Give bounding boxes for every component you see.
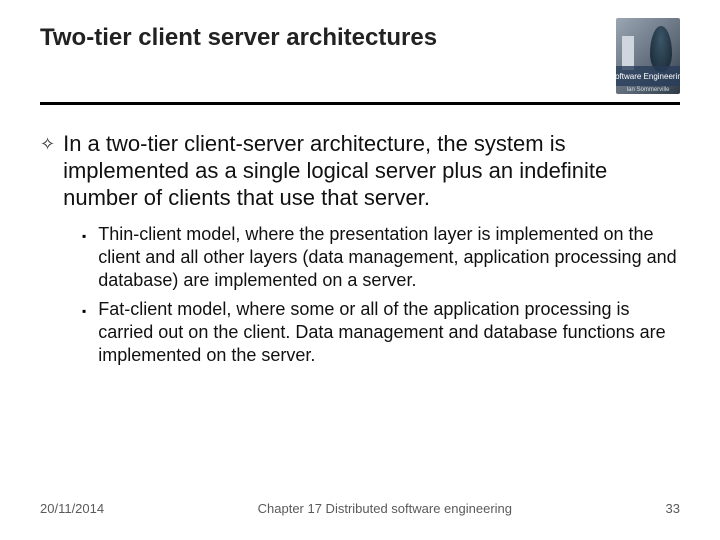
slide-header: Two-tier client server architectures: [0, 0, 720, 66]
footer-page-number: 33: [666, 501, 680, 516]
footer-chapter: Chapter 17 Distributed software engineer…: [104, 501, 665, 516]
footer-date: 20/11/2014: [40, 501, 104, 516]
logo-subtitle-bar: Ian Sommerville: [616, 85, 680, 94]
logo-image: Software Engineering Ian Sommerville: [616, 18, 680, 94]
bullet-level-1: ✧ In a two-tier client-server architectu…: [40, 130, 680, 211]
diamond-bullet-icon: ✧: [40, 130, 55, 158]
bullet-2-text: Fat-client model, where some or all of t…: [98, 298, 680, 367]
logo-title-bar: Software Engineering: [616, 66, 680, 86]
square-bullet-icon: ▪: [82, 299, 86, 323]
slide: Two-tier client server architectures Sof…: [0, 0, 720, 540]
logo-subtitle: Ian Sommerville: [626, 87, 669, 93]
logo-building-shape: [622, 36, 634, 70]
bullet-2-text: Thin-client model, where the presentatio…: [98, 223, 680, 292]
bullet-level-2: ▪ Thin-client model, where the presentat…: [82, 223, 680, 292]
bullet-1-text: In a two-tier client-server architecture…: [63, 130, 680, 211]
slide-title: Two-tier client server architectures: [40, 24, 680, 52]
logo-title: Software Engineering: [616, 72, 680, 81]
book-logo: Software Engineering Ian Sommerville: [616, 18, 680, 94]
square-bullet-icon: ▪: [82, 224, 86, 248]
header-divider: [40, 102, 680, 105]
slide-footer: 20/11/2014 Chapter 17 Distributed softwa…: [40, 501, 680, 516]
bullet-level-2: ▪ Fat-client model, where some or all of…: [82, 298, 680, 367]
slide-body: ✧ In a two-tier client-server architectu…: [40, 130, 680, 373]
